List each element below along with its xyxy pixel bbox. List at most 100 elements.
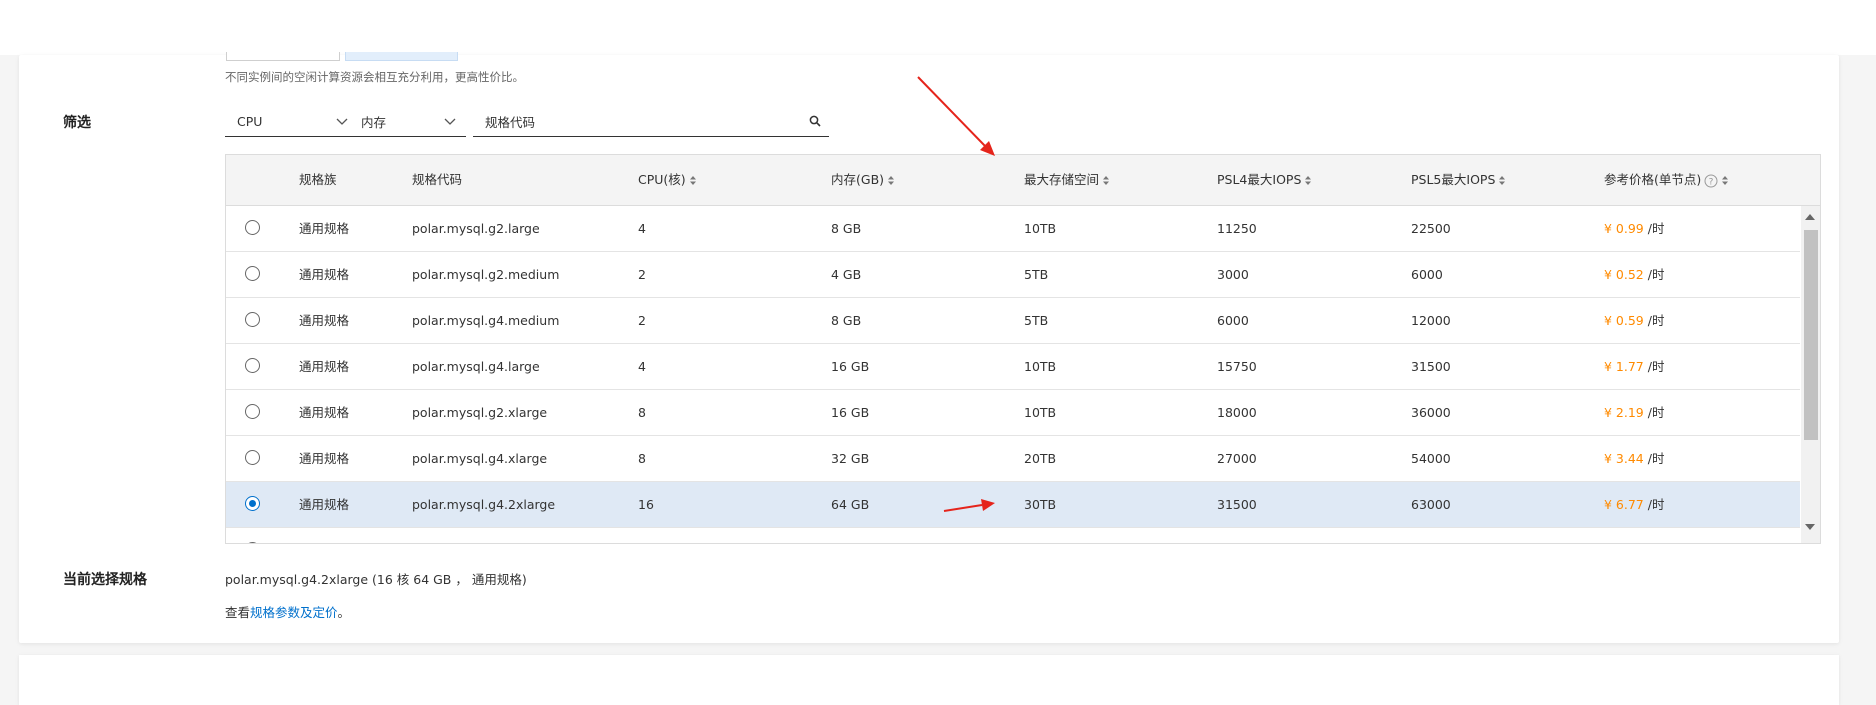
svg-text:?: ? — [1709, 177, 1714, 187]
mode-option-stub[interactable] — [226, 52, 340, 61]
table-row[interactable]: 通用规格 polar.mysql.g4.xlarge 8 32 GB 20TB 27000… — [226, 436, 1800, 482]
cell-memory: 8 GB — [831, 313, 862, 328]
cell-code: polar.mysql.g4.2xlarge — [412, 497, 556, 512]
row-radio[interactable] — [245, 404, 260, 419]
cell-memory: 32 GB — [831, 451, 870, 466]
search-input[interactable]: 规格代码 — [473, 112, 809, 131]
scrollbar-thumb[interactable] — [1804, 230, 1818, 440]
col-psl5[interactable]: PSL5最大IOPS — [1411, 155, 1506, 205]
cell-family: 通用规格 — [299, 313, 350, 328]
cell-code: polar.mysql.g4.medium — [412, 313, 560, 328]
price-value: ¥ 0.52 — [1604, 267, 1644, 282]
memory-select[interactable]: 内存 — [349, 106, 466, 137]
sort-icon[interactable] — [1102, 175, 1110, 186]
spec-table: 规格族 规格代码 CPU(核) 内存(GB) 最大存储空间 PSL4最大IOPS… — [225, 154, 1821, 544]
col-family: 规格族 — [299, 172, 337, 187]
note-prefix: 查看 — [225, 605, 251, 620]
cell-family: 通用规格 — [299, 497, 350, 512]
row-radio[interactable] — [245, 312, 260, 327]
col-storage[interactable]: 最大存储空间 — [1024, 155, 1110, 205]
col-memory-label: 内存(GB) — [831, 172, 885, 187]
cell-psl5: 12000 — [1411, 313, 1451, 328]
col-price[interactable]: 参考价格(单节点)? — [1604, 155, 1729, 205]
cell-psl5: 54000 — [1411, 451, 1451, 466]
spec-pricing-note: 查看规格参数及定价。 — [225, 602, 350, 621]
cell-storage: 5TB — [1024, 267, 1049, 282]
mode-option-stub-selected[interactable] — [345, 52, 458, 61]
cell-psl5: 6000 — [1411, 267, 1443, 282]
spec-code-search[interactable]: 规格代码 — [473, 106, 829, 137]
row-radio[interactable] — [245, 542, 260, 543]
row-radio[interactable] — [245, 266, 260, 281]
table-scrollbar[interactable] — [1801, 206, 1820, 543]
cell-memory: 4 GB — [831, 267, 862, 282]
search-icon[interactable] — [809, 115, 821, 127]
table-row[interactable]: 通用规格 polar.mysql.g2.large 4 8 GB 10TB 11250 22… — [226, 206, 1800, 252]
note-suffix: 。 — [337, 605, 351, 620]
price-unit: /时 — [1647, 497, 1665, 512]
table-row[interactable]: 通用规格 polar.mysql.g4.medium 2 8 GB 5TB 6000 120… — [226, 298, 1800, 344]
cpu-select-value: CPU — [237, 113, 263, 129]
current-spec-label: 当前选择规格 — [63, 572, 147, 588]
sort-icon[interactable] — [1721, 175, 1729, 186]
scroll-down-arrow-icon[interactable] — [1805, 524, 1815, 530]
top-bar — [0, 0, 1876, 55]
cell-psl4: 15750 — [1217, 359, 1257, 374]
spec-pricing-link[interactable]: 规格参数及定价 — [250, 605, 338, 620]
cell-cpu: 2 — [638, 313, 646, 328]
filter-label: 筛选 — [63, 115, 91, 131]
row-radio[interactable] — [245, 358, 260, 373]
sort-icon[interactable] — [887, 175, 895, 186]
cell-code: polar.mysql.g2.large — [412, 221, 540, 236]
price-value: ¥ 0.59 — [1604, 313, 1644, 328]
table-header: 规格族 规格代码 CPU(核) 内存(GB) 最大存储空间 PSL4最大IOPS… — [226, 155, 1820, 206]
price-unit: /时 — [1647, 221, 1665, 236]
cell-cpu: 2 — [638, 267, 646, 282]
memory-select-value: 内存 — [361, 114, 387, 130]
cell-psl4: 3000 — [1217, 267, 1249, 282]
col-memory[interactable]: 内存(GB) — [831, 155, 895, 205]
cell-price: ¥ 6.77 /时 — [1604, 482, 1664, 527]
price-unit: /时 — [1647, 405, 1665, 420]
scroll-up-arrow-icon[interactable] — [1805, 214, 1815, 220]
cell-memory: 8 GB — [831, 221, 862, 236]
chevron-down-icon — [336, 118, 348, 125]
cell-psl5: 63000 — [1411, 497, 1451, 512]
spec-panel: 不同实例间的空闲计算资源会相互充分利用，更高性价比。 筛选 CPU 内存 规格代… — [19, 52, 1839, 643]
cell-memory: 16 GB — [831, 359, 870, 374]
table-row[interactable]: 通用规格 polar.mysql.g4.2xlarge 16 64 GB 30TB 315… — [226, 482, 1800, 528]
sort-icon[interactable] — [1304, 175, 1312, 186]
cell-psl5: 22500 — [1411, 221, 1451, 236]
price-unit: /时 — [1647, 451, 1665, 466]
col-cpu-label: CPU(核) — [638, 172, 686, 187]
cell-family: 通用规格 — [299, 451, 350, 466]
cell-cpu: 8 — [638, 451, 646, 466]
cell-code: polar.mysql.g4.large — [412, 359, 540, 374]
col-psl4[interactable]: PSL4最大IOPS — [1217, 155, 1312, 205]
cell-storage: 5TB — [1024, 313, 1049, 328]
cell-psl5: 36000 — [1411, 405, 1451, 420]
cell-family: 通用规格 — [299, 405, 350, 420]
row-radio[interactable] — [245, 220, 260, 235]
help-icon[interactable]: ? — [1704, 174, 1718, 188]
table-row[interactable]: 通用规格 polar.mysql.g2.medium 2 4 GB 5TB 3000 600… — [226, 252, 1800, 298]
cell-psl4: 31500 — [1217, 497, 1257, 512]
chevron-down-icon — [444, 118, 456, 125]
row-radio[interactable] — [245, 450, 260, 465]
cell-price: ¥ 2.19 /时 — [1604, 390, 1664, 435]
cell-storage: 10TB — [1024, 221, 1057, 236]
cell-storage: 10TB — [1024, 405, 1057, 420]
table-row[interactable]: 通用规格 polar.mysql.g4.large 4 16 GB 10TB 15750 3… — [226, 344, 1800, 390]
resource-hint: 不同实例间的空闲计算资源会相互充分利用，更高性价比。 — [225, 70, 524, 84]
cell-price: ¥ 1.77 /时 — [1604, 344, 1664, 389]
col-cpu[interactable]: CPU(核) — [638, 155, 697, 205]
row-radio[interactable] — [245, 496, 260, 511]
sort-icon[interactable] — [689, 175, 697, 186]
price-unit: /时 — [1647, 313, 1665, 328]
current-spec-value: polar.mysql.g4.2xlarge (16 核 64 GB ， 通用规… — [225, 572, 527, 587]
cell-memory: 64 GB — [831, 497, 870, 512]
sort-icon[interactable] — [1498, 175, 1506, 186]
table-row-partial[interactable] — [226, 528, 1800, 543]
table-row[interactable]: 通用规格 polar.mysql.g2.xlarge 8 16 GB 10TB 18000… — [226, 390, 1800, 436]
cpu-select[interactable]: CPU — [225, 106, 358, 137]
